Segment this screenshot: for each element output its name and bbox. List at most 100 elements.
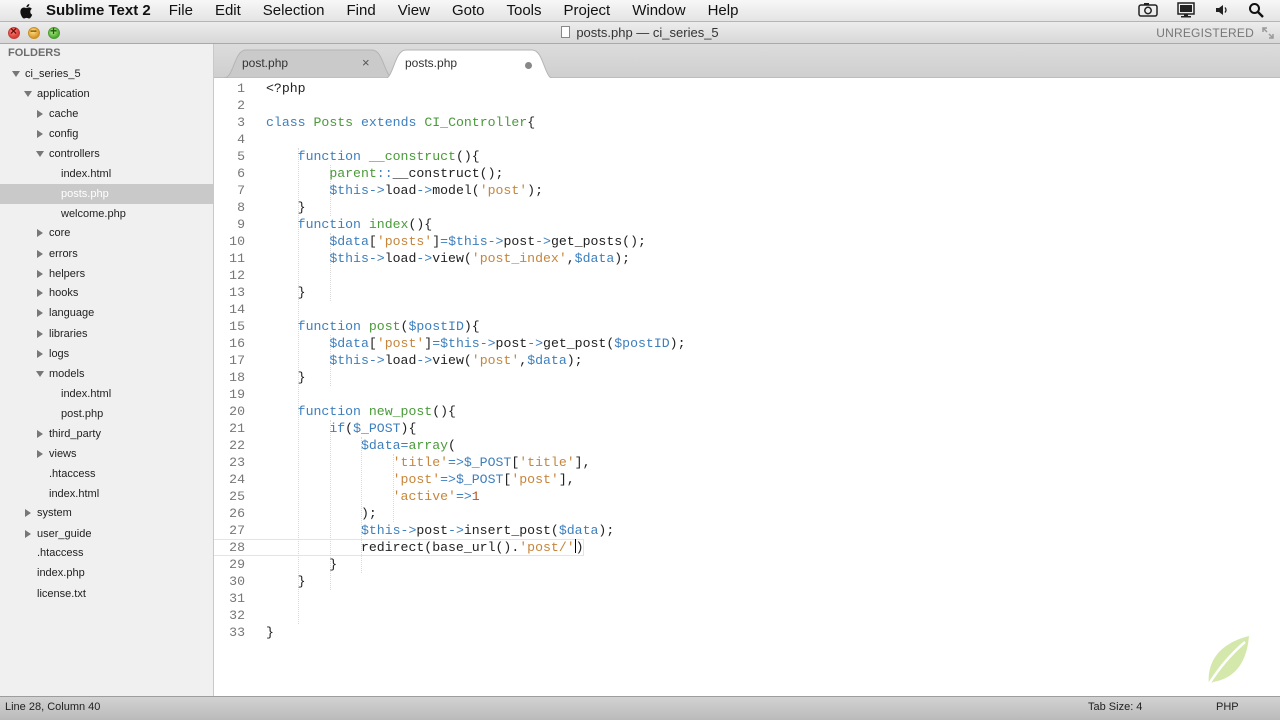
menu-selection[interactable]: Selection [263,2,325,19]
code-line[interactable]: <?php [266,80,306,97]
menu-window[interactable]: Window [632,2,685,19]
apple-icon[interactable] [18,2,36,20]
sidebar-folder-item[interactable]: user_guide [0,524,213,544]
disclosure-open-icon[interactable] [23,84,33,104]
disclosure-closed-icon[interactable] [35,124,45,144]
display-icon[interactable] [1176,2,1196,18]
disclosure-closed-icon[interactable] [23,503,33,523]
code-line[interactable]: } [266,556,337,573]
code-line[interactable]: } [266,199,306,216]
code-line[interactable]: class Posts extends CI_Controller{ [266,114,535,131]
menu-view[interactable]: View [398,2,430,19]
disclosure-open-icon[interactable] [35,144,45,164]
tab-post-php[interactable]: post.php × [224,49,394,78]
disclosure-closed-icon[interactable] [23,524,33,544]
sidebar-folder-item[interactable]: helpers [0,264,213,284]
app-name-menu[interactable]: Sublime Text 2 [46,2,151,19]
code-line[interactable]: } [266,573,306,590]
code-line[interactable]: $this->load->model('post'); [266,182,543,199]
disclosure-closed-icon[interactable] [35,424,45,444]
sidebar-file-item[interactable]: index.html [0,484,213,504]
code-line[interactable]: 'title'=>$_POST['title'], [266,454,591,471]
code-line[interactable]: $data=array( [266,437,456,454]
disclosure-closed-icon[interactable] [35,324,45,344]
code-line[interactable]: } [266,284,306,301]
sidebar-folder-item[interactable]: hooks [0,283,213,303]
sidebar-folder-item[interactable]: core [0,223,213,243]
sidebar-folder-item[interactable]: config [0,124,213,144]
disclosure-closed-icon[interactable] [35,244,45,264]
sidebar-folder-item[interactable]: application [0,84,213,104]
fullscreen-icon[interactable] [1262,27,1274,39]
sidebar: FOLDERS ci_series_5 application cache confi… [0,44,214,696]
sidebar-folder-item[interactable]: logs [0,344,213,364]
sidebar-file-item[interactable]: .htaccess [0,543,213,563]
sidebar-file-item[interactable]: index.html [0,384,213,404]
sidebar-folder-item[interactable]: system [0,503,213,523]
code-line[interactable]: function new_post(){ [266,403,456,420]
sidebar-folder-item[interactable]: cache [0,104,213,124]
sidebar-folder-item[interactable]: errors [0,244,213,264]
code-line[interactable]: $data['posts']=$this->post->get_posts(); [266,233,646,250]
sidebar-item-label: cache [49,108,79,120]
menu-help[interactable]: Help [708,2,739,19]
sidebar-folder-item[interactable]: ci_series_5 [0,64,213,84]
tab-size-selector[interactable]: Tab Size: 4 [1088,701,1142,713]
sidebar-file-item[interactable]: index.html [0,164,213,184]
tab-posts-php[interactable]: posts.php [384,49,554,79]
code-line[interactable]: ); [266,505,377,522]
sidebar-item-label: third_party [49,428,101,440]
sidebar-folder-item[interactable]: libraries [0,324,213,344]
code-line[interactable]: redirect(base_url().'post/') [266,539,584,556]
disclosure-open-icon[interactable] [11,64,21,84]
sidebar-file-item[interactable]: post.php [0,404,213,424]
sidebar-folder-item[interactable]: models [0,364,213,384]
code-line[interactable]: function index(){ [266,216,433,233]
code-line[interactable]: function __construct(){ [266,148,480,165]
sidebar-folder-item[interactable]: controllers [0,144,213,164]
code-line[interactable]: $this->load->view('post_index',$data); [266,250,630,267]
menu-project[interactable]: Project [564,2,611,19]
sidebar-file-item[interactable]: posts.php [0,184,213,204]
menu-file[interactable]: File [169,2,193,19]
menu-find[interactable]: Find [347,2,376,19]
code-line[interactable]: } [266,369,306,386]
syntax-selector[interactable]: PHP [1216,701,1239,713]
close-tab-icon[interactable]: × [362,55,370,70]
sidebar-item-label: .htaccess [49,468,96,480]
code-line[interactable]: $this->post->insert_post($data); [266,522,614,539]
disclosure-open-icon[interactable] [35,364,45,384]
search-icon[interactable] [1248,2,1264,18]
menu-goto[interactable]: Goto [452,2,485,19]
line-number: 6 [237,166,245,181]
sidebar-folder-item[interactable]: third_party [0,424,213,444]
line-number: 33 [229,625,245,640]
unsaved-dot-icon[interactable] [525,62,532,69]
code-line[interactable]: 'active'=>1 [266,488,480,505]
code-line[interactable]: 'post'=>$_POST['post'], [266,471,575,488]
sidebar-file-item[interactable]: license.txt [0,584,213,604]
sidebar-folder-item[interactable]: views [0,444,213,464]
disclosure-closed-icon[interactable] [35,444,45,464]
sidebar-file-item[interactable]: welcome.php [0,204,213,224]
sidebar-file-item[interactable]: index.php [0,563,213,583]
code-line[interactable]: parent::__construct(); [266,165,503,182]
disclosure-closed-icon[interactable] [35,264,45,284]
code-line[interactable]: $this->load->view('post',$data); [266,352,582,369]
disclosure-closed-icon[interactable] [35,344,45,364]
code-line[interactable]: $data['post']=$this->post->get_post($pos… [266,335,685,352]
disclosure-closed-icon[interactable] [35,104,45,124]
code-line[interactable]: if($_POST){ [266,420,416,437]
menu-tools[interactable]: Tools [506,2,541,19]
menu-edit[interactable]: Edit [215,2,241,19]
code-editor[interactable]: 1 2 3 4 5 6 7 8 9 10 11 12 13 14 15 16 17 18 19 20 21 22 23 24 2… [214,78,1280,696]
disclosure-closed-icon[interactable] [35,283,45,303]
code-line[interactable]: function post($postID){ [266,318,480,335]
sidebar-folder-item[interactable]: language [0,303,213,323]
sidebar-file-item[interactable]: .htaccess [0,464,213,484]
volume-icon[interactable] [1214,2,1230,18]
disclosure-closed-icon[interactable] [35,303,45,323]
code-line[interactable]: } [266,624,274,641]
disclosure-closed-icon[interactable] [35,223,45,243]
camera-icon[interactable] [1138,2,1158,18]
